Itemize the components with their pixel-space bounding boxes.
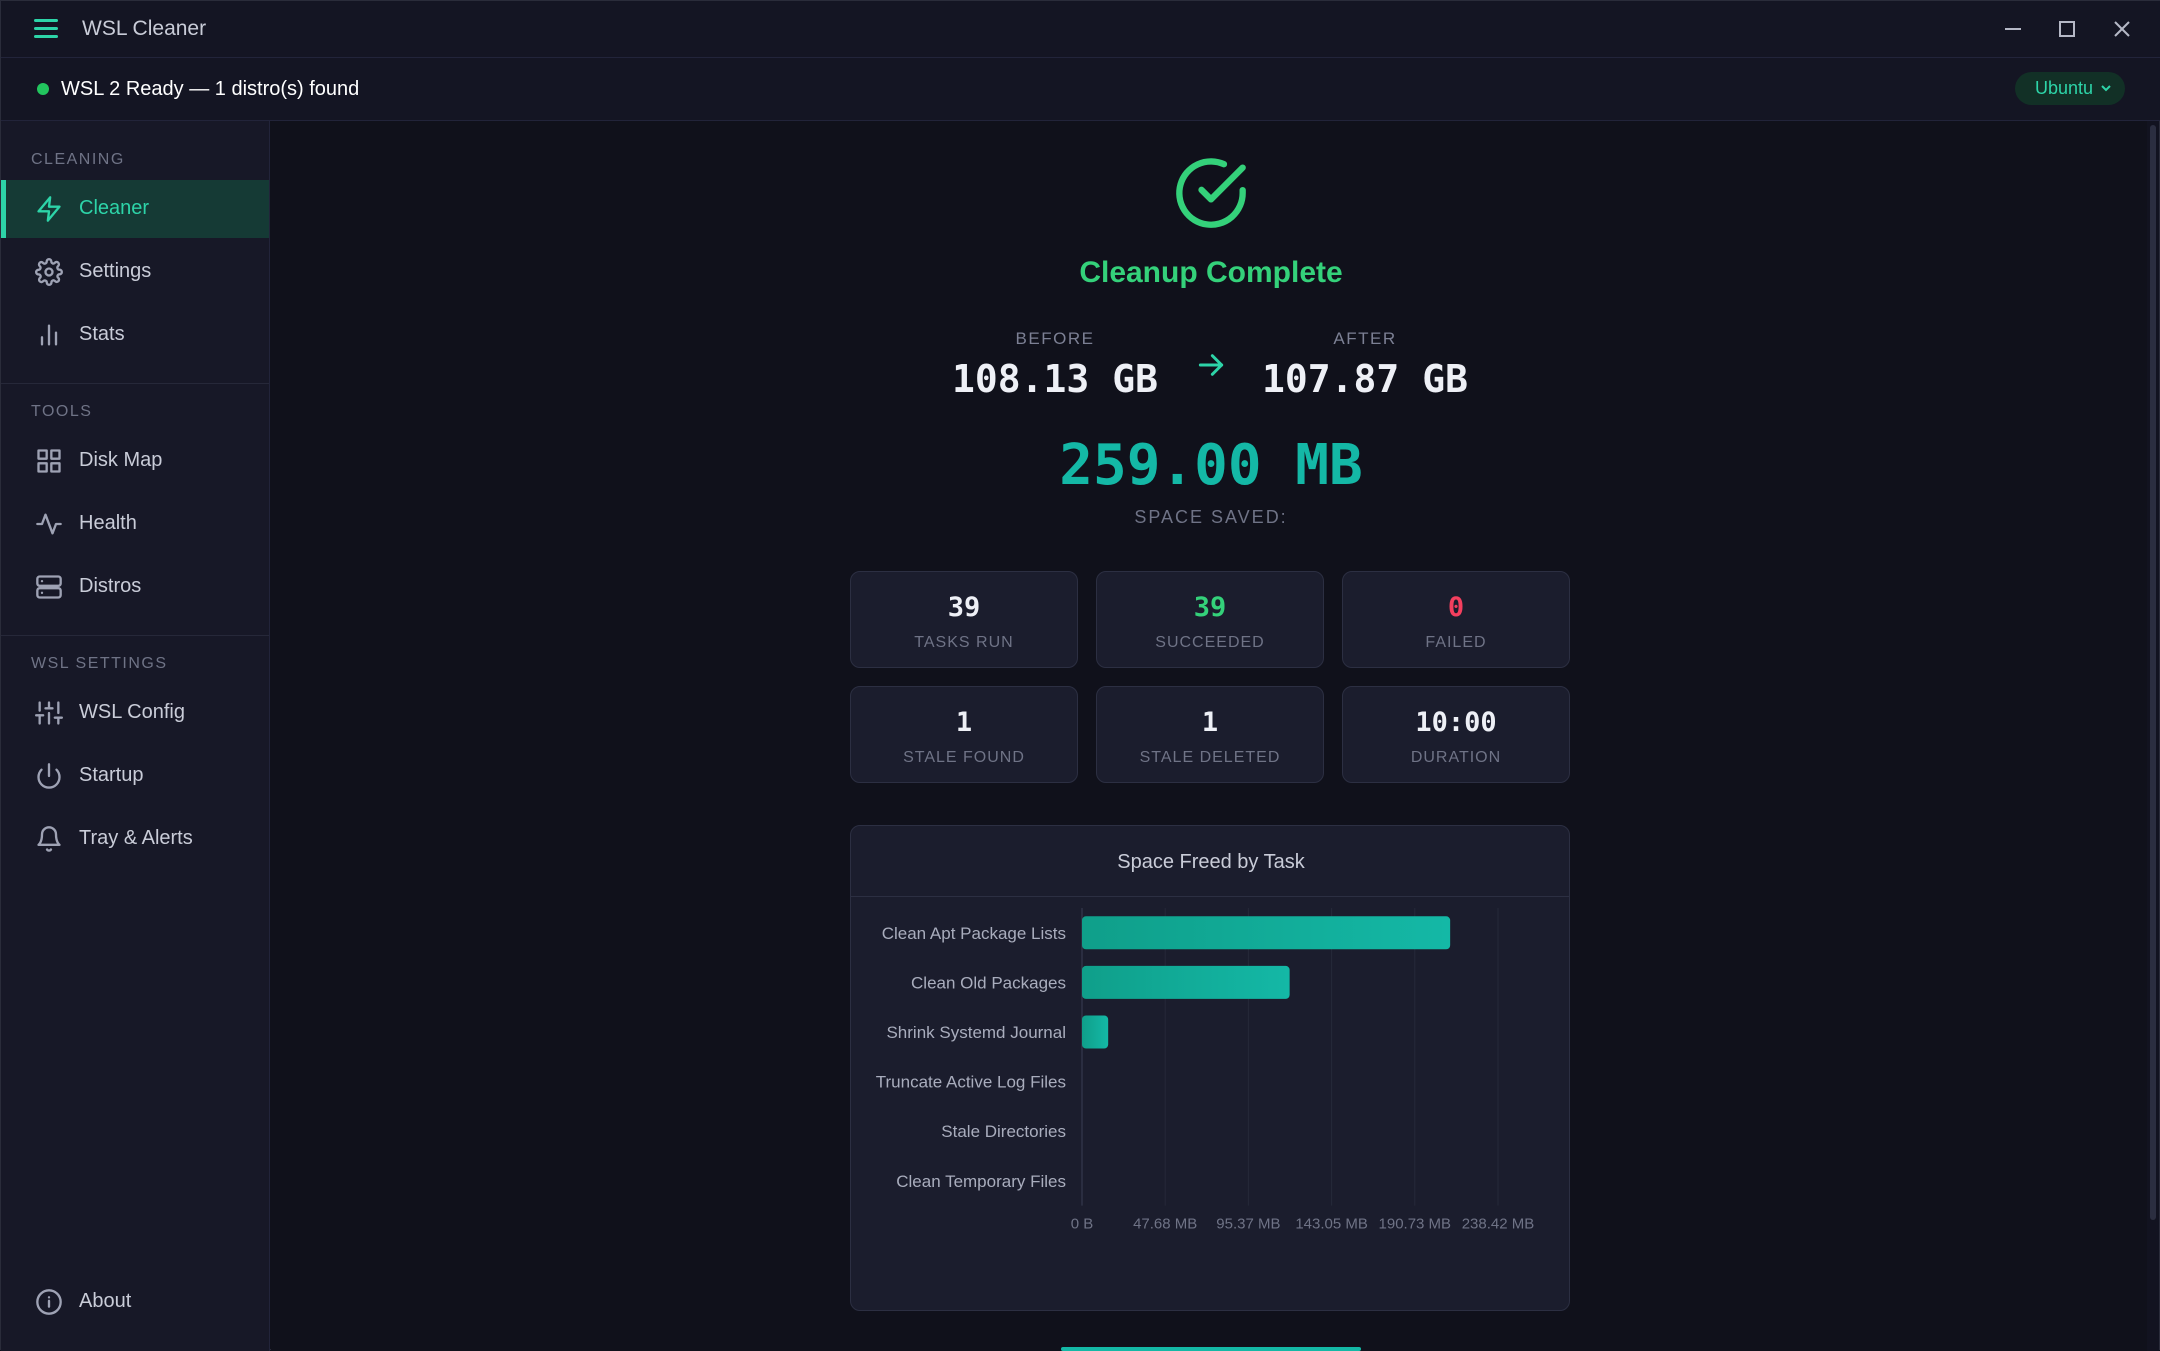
bell-icon xyxy=(35,825,63,853)
minimize-icon xyxy=(2005,28,2021,30)
sidebar-item-label: Stats xyxy=(79,323,125,345)
app-window: WSL Cleaner WSL 2 Ready — 1 distro(s) fo… xyxy=(0,0,2160,1351)
chart-x-tick-label: 47.68 MB xyxy=(1133,1216,1197,1233)
stat-card-stale-found: 1 STALE FOUND xyxy=(850,686,1078,783)
sidebar-item-distros[interactable]: Distros xyxy=(1,558,269,616)
sidebar-item-about[interactable]: About xyxy=(1,1273,269,1331)
distro-select-value: Ubuntu xyxy=(2034,78,2093,98)
main-scrollbar[interactable] xyxy=(2147,121,2159,1351)
stat-card-stale-deleted: 1 STALE DELETED xyxy=(1096,686,1324,783)
chart-category-label: Clean Apt Package Lists xyxy=(882,924,1066,943)
chart-bar[interactable] xyxy=(1082,916,1451,950)
before-value: 108.13 GB xyxy=(952,357,1158,401)
stat-card-succeeded: 39 SUCCEEDED xyxy=(1096,571,1324,668)
sliders-icon xyxy=(35,699,63,727)
stat-value: 1 xyxy=(1201,707,1219,738)
sidebar-section-cleaning: CLEANING xyxy=(31,151,125,168)
space-saved-label: SPACE SAVED: xyxy=(1134,507,1288,527)
maximize-icon xyxy=(2059,21,2075,37)
stat-value: 1 xyxy=(955,707,973,738)
sidebar-item-label: Startup xyxy=(79,764,144,786)
sidebar-item-label: Distros xyxy=(79,575,142,597)
lightning-icon xyxy=(35,195,63,223)
sidebar-item-label: Tray & Alerts xyxy=(79,827,193,849)
stat-card-tasks-run: 39 TASKS RUN xyxy=(850,571,1078,668)
after-label: AFTER xyxy=(1333,329,1397,348)
stat-label: STALE FOUND xyxy=(903,749,1025,766)
chart-x-tick-label: 0 B xyxy=(1071,1216,1094,1233)
stat-value: 0 xyxy=(1447,592,1465,623)
sidebar-section-tools: TOOLS xyxy=(31,403,93,420)
chart-category-label: Shrink Systemd Journal xyxy=(886,1023,1066,1042)
check-circle-icon xyxy=(1173,155,1249,231)
sidebar-item-wsl-config[interactable]: WSL Config xyxy=(1,684,269,742)
sidebar-item-tray-alerts[interactable]: Tray & Alerts xyxy=(1,810,269,868)
close-icon xyxy=(2114,21,2130,37)
sidebar-item-label: Cleaner xyxy=(79,197,150,219)
hamburger-menu-icon[interactable] xyxy=(34,19,58,41)
stat-label: DURATION xyxy=(1410,749,1502,766)
bar-chart-icon xyxy=(35,321,63,349)
arrow-right-icon xyxy=(1193,349,1229,381)
chart-category-label: Truncate Active Log Files xyxy=(876,1073,1066,1092)
info-icon xyxy=(35,1288,63,1316)
before-label: BEFORE xyxy=(1015,329,1095,348)
chart-category-label: Clean Old Packages xyxy=(911,973,1066,992)
status-indicator xyxy=(37,83,49,95)
chart-x-tick-label: 143.05 MB xyxy=(1295,1216,1368,1233)
power-icon xyxy=(35,762,63,790)
sidebar: CLEANING Cleaner Settings Stats TOOLS Di… xyxy=(1,121,270,1351)
action-button-edge[interactable] xyxy=(1061,1347,1361,1351)
sidebar-divider xyxy=(1,635,269,636)
space-freed-chart-card: Space Freed by Task 0 B 47.68 MB 95.37 MB 1… xyxy=(850,825,1570,1311)
chevron-down-icon xyxy=(2101,85,2111,92)
title-bar: WSL Cleaner xyxy=(1,1,2160,58)
stat-label: TASKS RUN xyxy=(914,634,1014,651)
distro-select[interactable]: Ubuntu xyxy=(2014,72,2125,105)
status-bar: WSL 2 Ready — 1 distro(s) found Ubuntu xyxy=(1,58,2160,121)
sidebar-item-label: WSL Config xyxy=(79,701,185,723)
stat-card-failed: 0 FAILED xyxy=(1342,571,1570,668)
stat-card-duration: 10:00 DURATION xyxy=(1342,686,1570,783)
stat-label: STALE DELETED xyxy=(1139,749,1281,766)
scrollbar-thumb[interactable] xyxy=(2150,125,2156,1220)
chart-category-label: Stale Directories xyxy=(941,1122,1066,1141)
status-text: WSL 2 Ready — 1 distro(s) found xyxy=(61,78,360,100)
chart-header: Space Freed by Task xyxy=(851,826,1569,897)
chart-bar[interactable] xyxy=(1082,965,1290,999)
chart-x-tick-label: 238.42 MB xyxy=(1462,1216,1535,1233)
sidebar-item-stats[interactable]: Stats xyxy=(1,306,269,364)
server-icon xyxy=(35,573,63,601)
after-value: 107.87 GB xyxy=(1262,357,1468,401)
chart-x-tick-label: 190.73 MB xyxy=(1379,1216,1452,1233)
sidebar-item-label: About xyxy=(79,1290,132,1312)
app-title: WSL Cleaner xyxy=(82,17,207,40)
close-button[interactable] xyxy=(2097,11,2147,47)
chart-bar[interactable] xyxy=(1082,1015,1109,1049)
sidebar-item-startup[interactable]: Startup xyxy=(1,747,269,805)
chart-title: Space Freed by Task xyxy=(1117,851,1305,873)
space-saved-value: 259.00 MB xyxy=(1059,433,1363,498)
space-freed-chart: 0 B 47.68 MB 95.37 MB 143.05 MB 190.73 MB 238… xyxy=(876,908,1535,1233)
sidebar-item-cleaner[interactable]: Cleaner xyxy=(1,180,269,238)
stat-value: 10:00 xyxy=(1415,707,1497,738)
cleanup-complete-title: Cleanup Complete xyxy=(1079,256,1343,289)
chart-x-tick-label: 95.37 MB xyxy=(1216,1216,1280,1233)
maximize-button[interactable] xyxy=(2042,11,2092,47)
stat-label: FAILED xyxy=(1425,634,1487,651)
sidebar-section-wsl-settings: WSL SETTINGS xyxy=(31,655,168,672)
sidebar-divider xyxy=(1,383,269,384)
stat-value: 39 xyxy=(1193,592,1227,623)
chart-category-label: Clean Temporary Files xyxy=(896,1172,1066,1191)
stat-label: SUCCEEDED xyxy=(1155,634,1265,651)
minimize-button[interactable] xyxy=(1988,11,2038,47)
stat-value: 39 xyxy=(947,592,981,623)
